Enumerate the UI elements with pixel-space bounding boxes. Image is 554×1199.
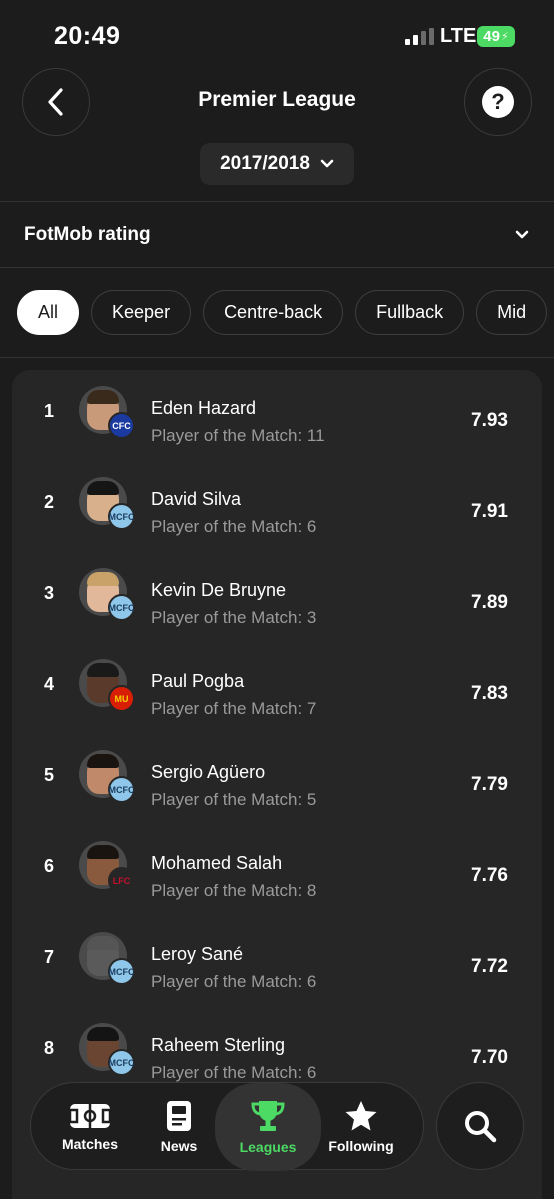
list-item[interactable]: 7 MCFC Leroy Sané Player of the Match: 6… xyxy=(12,916,542,1007)
player-rank: 2 xyxy=(44,492,55,512)
player-rank: 3 xyxy=(44,583,55,603)
list-item[interactable]: 6 LFC Mohamed Salah Player of the Match:… xyxy=(12,825,542,916)
player-rating: 7.72 xyxy=(471,956,508,977)
status-time: 20:49 xyxy=(54,22,121,50)
divider xyxy=(0,357,554,358)
bottom-navigation: Matches News Leagues Following xyxy=(30,1082,424,1171)
list-item[interactable]: 3 MCFC Kevin De Bruyne Player of the Mat… xyxy=(12,552,542,643)
player-name: Leroy Sané xyxy=(151,944,244,964)
player-of-match-count: Player of the Match: 3 xyxy=(151,608,317,627)
player-rank: 7 xyxy=(44,947,55,967)
chevron-down-icon xyxy=(320,159,334,168)
player-rating: 7.83 xyxy=(471,683,508,704)
nav-news-label: News xyxy=(160,1138,198,1154)
player-rank: 6 xyxy=(44,856,55,876)
news-icon xyxy=(167,1101,191,1131)
screen: 20:49 LTE 49 ⚡ Premier League ? 2017/2018… xyxy=(0,0,554,1199)
star-icon xyxy=(345,1101,377,1131)
player-name: Raheem Sterling xyxy=(151,1035,286,1055)
signal-icon xyxy=(405,28,434,45)
nav-leagues-label: Leagues xyxy=(239,1139,297,1155)
player-name: Eden Hazard xyxy=(151,398,257,418)
pitch-icon xyxy=(68,1104,112,1128)
help-button[interactable]: ? xyxy=(464,68,532,136)
player-name: Kevin De Bruyne xyxy=(151,580,287,600)
man-city-badge-icon: MCFC xyxy=(108,503,135,530)
status-bar: 20:49 LTE 49 ⚡ xyxy=(0,0,554,70)
man-city-badge-icon: MCFC xyxy=(108,776,135,803)
list-item[interactable]: 4 MU Paul Pogba Player of the Match: 7 7… xyxy=(12,643,542,734)
filter-all[interactable]: All xyxy=(17,290,80,335)
player-rank: 1 xyxy=(44,401,55,421)
man-city-badge-icon: MCFC xyxy=(108,594,135,621)
divider xyxy=(0,267,554,268)
battery-level: 49 xyxy=(483,28,500,45)
player-of-match-count: Player of the Match: 8 xyxy=(151,881,317,900)
nav-matches[interactable]: Matches xyxy=(43,1083,137,1171)
player-of-match-count: Player of the Match: 6 xyxy=(151,517,317,536)
nav-following[interactable]: Following xyxy=(321,1083,401,1171)
chevron-down-icon xyxy=(515,230,529,239)
filter-fullback[interactable]: Fullback xyxy=(355,290,465,335)
liverpool-badge-icon: LFC xyxy=(108,867,135,894)
player-of-match-count: Player of the Match: 6 xyxy=(151,1063,317,1082)
season-selector[interactable]: 2017/2018 xyxy=(200,143,354,185)
player-name: Mohamed Salah xyxy=(151,853,283,873)
player-rank: 4 xyxy=(44,674,55,694)
stat-selector[interactable]: FotMob rating xyxy=(0,202,554,267)
question-icon: ? xyxy=(482,86,514,118)
player-list: 1 CFC Eden Hazard Player of the Match: 1… xyxy=(12,370,542,1199)
player-rank: 5 xyxy=(44,765,55,785)
position-filters: All Keeper Centre-back Fullback Mid xyxy=(17,290,548,335)
man-utd-badge-icon: MU xyxy=(108,685,135,712)
nav-leagues[interactable]: Leagues xyxy=(215,1083,321,1171)
list-item[interactable]: 2 MCFC David Silva Player of the Match: … xyxy=(12,461,542,552)
nav-news[interactable]: News xyxy=(143,1083,215,1171)
search-button[interactable] xyxy=(436,1082,524,1170)
filter-centre-back[interactable]: Centre-back xyxy=(203,290,344,335)
player-rating: 7.76 xyxy=(471,865,508,886)
player-name: David Silva xyxy=(151,489,242,509)
player-rating: 7.89 xyxy=(471,592,508,613)
filter-midfielder[interactable]: Mid xyxy=(476,290,548,335)
list-item[interactable]: 1 CFC Eden Hazard Player of the Match: 1… xyxy=(12,370,542,461)
man-city-badge-icon: MCFC xyxy=(108,958,135,985)
trophy-icon xyxy=(251,1101,285,1131)
filter-keeper[interactable]: Keeper xyxy=(91,290,192,335)
player-rating: 7.91 xyxy=(471,501,508,522)
season-label: 2017/2018 xyxy=(220,153,310,174)
battery-icon: 49 ⚡ xyxy=(477,26,515,47)
chelsea-badge-icon: CFC xyxy=(108,412,135,439)
player-of-match-count: Player of the Match: 11 xyxy=(151,426,325,445)
nav-matches-label: Matches xyxy=(61,1136,119,1152)
player-of-match-count: Player of the Match: 6 xyxy=(151,972,317,991)
search-icon xyxy=(465,1111,497,1143)
player-rating: 7.93 xyxy=(471,410,508,431)
player-name: Paul Pogba xyxy=(151,671,245,691)
player-rating: 7.70 xyxy=(471,1047,508,1068)
player-of-match-count: Player of the Match: 7 xyxy=(151,699,317,718)
player-name: Sergio Agüero xyxy=(151,762,266,782)
list-item[interactable]: 5 MCFC Sergio Agüero Player of the Match… xyxy=(12,734,542,825)
stat-label: FotMob rating xyxy=(24,223,151,245)
player-of-match-count: Player of the Match: 5 xyxy=(151,790,317,809)
nav-following-label: Following xyxy=(328,1138,394,1154)
network-type: LTE xyxy=(440,25,477,47)
player-rank: 8 xyxy=(44,1038,55,1058)
player-rating: 7.79 xyxy=(471,774,508,795)
man-city-badge-icon: MCFC xyxy=(108,1049,135,1076)
